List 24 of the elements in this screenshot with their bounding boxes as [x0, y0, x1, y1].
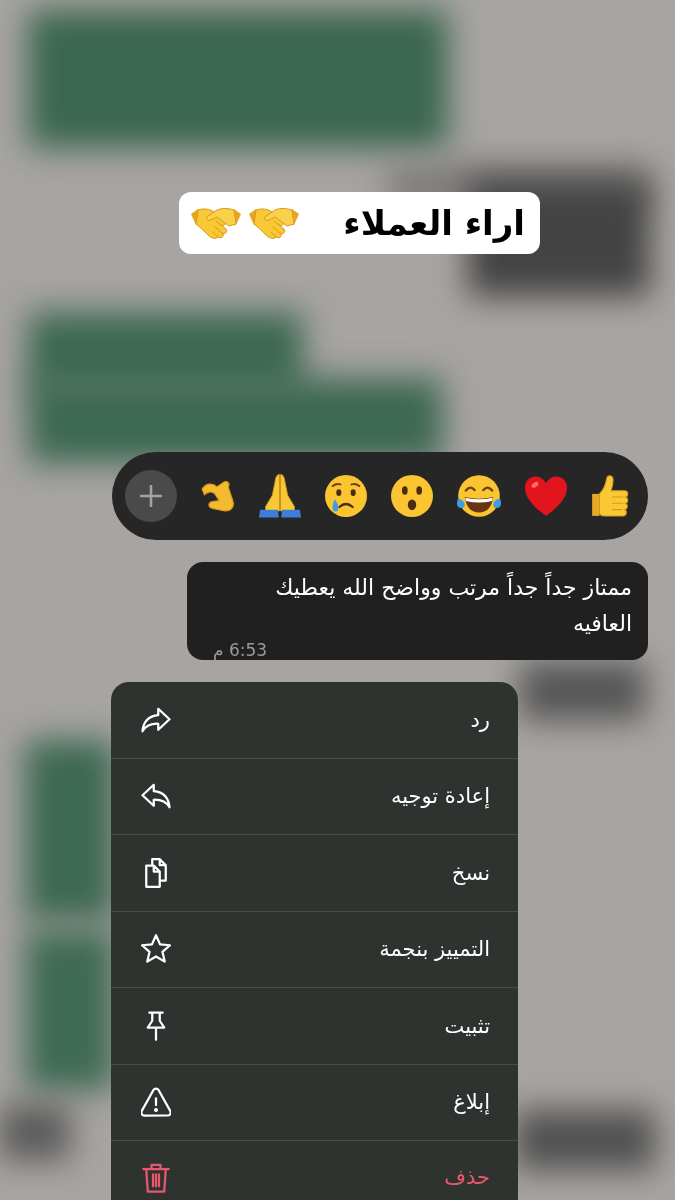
thumbs-up-icon[interactable] — [591, 474, 631, 518]
star-icon — [141, 934, 171, 965]
menu-item[interactable]: التمييز بنجمة — [111, 911, 518, 988]
add-reaction-button[interactable] — [125, 470, 177, 522]
trash-icon — [141, 1163, 171, 1193]
plus-icon — [140, 485, 162, 507]
heart-icon[interactable] — [525, 475, 567, 517]
menu-item[interactable]: تثبيت — [111, 988, 518, 1065]
message-time: 6:53 م — [213, 642, 268, 658]
handshake-icon — [190, 206, 242, 240]
message-text: ممتاز جداً جداً مرتب وواضح الله يعطيك العافيه — [213, 570, 632, 642]
menu-item[interactable]: رد — [111, 682, 518, 759]
surprised-face-icon[interactable] — [391, 475, 433, 517]
warning-icon — [141, 1087, 171, 1118]
menu-item[interactable]: إبلاغ — [111, 1064, 518, 1141]
menu-item[interactable]: حذف — [111, 1141, 518, 1200]
menu-item[interactable]: نسخ — [111, 835, 518, 912]
handshake-icon — [248, 206, 300, 240]
menu-item[interactable]: إعادة توجيه — [111, 758, 518, 835]
crying-face-icon[interactable] — [325, 475, 367, 517]
laughing-face-icon[interactable] — [456, 475, 502, 517]
praying-hands-icon[interactable] — [259, 474, 301, 518]
hand-icon[interactable] — [201, 479, 235, 513]
title-text: اراء العملاء — [343, 202, 525, 245]
